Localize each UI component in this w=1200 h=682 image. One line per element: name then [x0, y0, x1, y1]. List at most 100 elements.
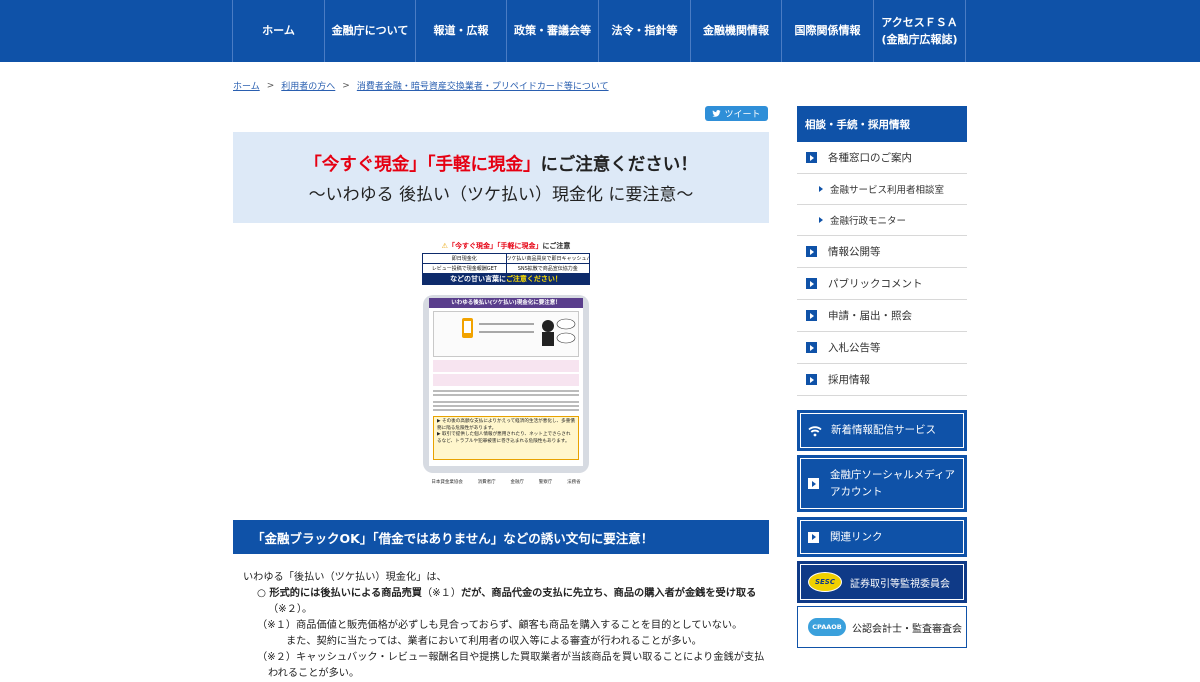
poster-step-1	[433, 360, 579, 372]
body-bullet-continued: （※２）。	[268, 604, 313, 615]
poster-headline-red: 「今すぐ現金」「手軽に現金」	[447, 242, 543, 250]
poster-logo: 消費者庁	[477, 480, 496, 485]
poster-fine-print	[433, 409, 579, 411]
section-heading: 「金融ブラックOK」「借金ではありません」などの誘い文句に要注意！	[233, 520, 769, 554]
sidebar-item-3[interactable]: 金融行政モニター	[797, 205, 967, 236]
cpaaob-logo: CPAAOB	[808, 618, 846, 636]
nav-item-1[interactable]: ホーム	[233, 0, 325, 62]
sidebar-item-label: 情報公開等	[828, 246, 881, 258]
news-delivery-label: 新着情報配信サービス	[831, 424, 936, 437]
social-media-button[interactable]: 金融庁ソーシャルメディア アカウント	[797, 455, 967, 512]
sidebar-item-label: 各種窓口のご案内	[828, 152, 912, 164]
related-links-label: 関連リンク	[830, 530, 883, 543]
sidebar-heading: 相談・手続・採用情報	[797, 106, 967, 142]
title-tail: にご注意ください！	[540, 154, 698, 175]
body-note-2-continued: われることが多い。	[268, 668, 360, 679]
social-media-label: 金融庁ソーシャルメディア アカウント	[830, 469, 956, 498]
related-links-button[interactable]: 関連リンク	[797, 517, 967, 557]
cpaaob-label: 公認会計士・監査審査会	[852, 623, 962, 635]
sesc-label: 証券取引等監視委員会	[850, 578, 950, 590]
poster-phrase: SNS拡散で商品宣伝協力金	[506, 264, 589, 273]
sidebar-item-label: 申請・届出・照会	[828, 310, 912, 322]
poster-phrase: 即日現金化	[423, 254, 506, 263]
title-red-phrase-1: 「今すぐ現金」	[304, 154, 427, 175]
body-note-1-continued: また、契約に当たっては、業者において利用者の収入等による審査が行われることが多い…	[286, 636, 702, 647]
body-bullet-note-ref: （※１）	[421, 588, 462, 599]
breadcrumb-users[interactable]: 利用者の方へ	[281, 79, 335, 92]
body-bullet: ○ 形式的には後払いによる商品売買（※１）だが、商品代金の支払に先立ち、商品の購…	[243, 586, 771, 602]
poster-screen-title: いわゆる後払い(ツケ払い)現金化に要注意！	[429, 298, 583, 308]
poster-phrase: レビュー投稿で現金報酬GET	[423, 264, 506, 273]
title-red-phrase-2: 「手軽に現金」	[426, 154, 541, 175]
poster-fine-print	[433, 401, 579, 403]
nav-item-8[interactable]: アクセスＦＳＡ (金融庁広報誌)	[874, 0, 966, 62]
nav-item-4[interactable]: 政策・審議会等	[507, 0, 599, 62]
poster-step-2	[433, 374, 579, 386]
square-arrow-icon	[806, 152, 817, 163]
sidebar-item-7[interactable]: 入札公告等	[797, 332, 967, 364]
sidebar-item-label: 金融サービス利用者相談室	[830, 185, 945, 196]
sidebar-item-label: 金融行政モニター	[830, 216, 907, 227]
sidebar-menu: 各種窓口のご案内金融サービス利用者相談室 金融行政モニター 情報公開等パブリックコメ…	[797, 142, 967, 396]
square-arrow-icon	[806, 342, 817, 353]
page-subtitle: 〜いわゆる 後払い（ツケ払い）現金化 に要注意〜	[308, 184, 694, 205]
sidebar-item-4[interactable]: 情報公開等	[797, 236, 967, 268]
warning-poster-image: ⚠「今すぐ現金」「手軽に現金」にご注意 即日現金化 ツケ払い商品買戻で即日キャッシ…	[420, 240, 592, 490]
news-delivery-button[interactable]: 新着情報配信サービス	[797, 410, 967, 451]
body-bullet-bold-1: ○ 形式的には後払いによる商品売買	[257, 588, 422, 599]
sidebar-item-label: 入札公告等	[828, 342, 881, 354]
poster-warning-1: ▶ その後の高額な支払によりかえって経済的生活が悪化し、多重債務に陥る危険性があ…	[437, 419, 575, 431]
arrow-icon	[808, 478, 819, 489]
body-note-1: （※１）商品価値と販売価格が必ずしも見合っておらず、顧客も商品を購入することを目…	[257, 620, 743, 631]
poster-logo: 日本貸金業協会	[431, 480, 463, 485]
sidebar-item-1[interactable]: 各種窓口のご案内	[797, 142, 967, 174]
sesc-link[interactable]: SESC 証券取引等監視委員会	[797, 561, 967, 603]
poster-logo: 法務省	[567, 480, 581, 485]
tweet-button[interactable]: ツイート	[705, 106, 768, 121]
sidebar-item-label: 採用情報	[828, 374, 870, 386]
poster-headline: ⚠「今すぐ現金」「手軽に現金」にご注意	[420, 240, 592, 253]
poster-fine-print	[433, 390, 579, 392]
poster-headline-tail: にご注意	[542, 242, 571, 250]
poster-warning-box: ▶ その後の高額な支払によりかえって経済的生活が悪化し、多重債務に陥る危険性があ…	[433, 416, 579, 460]
sidebar-item-8[interactable]: 採用情報	[797, 364, 967, 396]
poster-phrase: ツケ払い商品買戻で即日キャッシュバック	[506, 254, 589, 263]
tweet-label: ツイート	[724, 110, 761, 120]
sesc-logo: SESC	[808, 572, 842, 592]
poster-phrase-grid: 即日現金化ツケ払い商品買戻で即日キャッシュバックレビュー投稿で現金報酬GETSN…	[422, 253, 590, 274]
sidebar-item-6[interactable]: 申請・届出・照会	[797, 300, 967, 332]
global-nav: ホーム 金融庁について 報道・広報 政策・審議会等 法令・指針等 金融機関情報 国際関係情報…	[0, 0, 1200, 62]
global-nav-items: ホーム 金融庁について 報道・広報 政策・審議会等 法令・指針等 金融機関情報 国際関係情報…	[232, 0, 966, 62]
nav-item-6[interactable]: 金融機関情報	[691, 0, 782, 62]
poster-banner-text: などの甘い言葉に	[450, 275, 506, 283]
arrow-icon	[808, 531, 819, 543]
nav-item-5[interactable]: 法令・指針等	[599, 0, 691, 62]
sidebar-item-2[interactable]: 金融サービス利用者相談室	[797, 174, 967, 205]
nav-item-3[interactable]: 報道・広報	[416, 0, 507, 62]
nav-item-2[interactable]: 金融庁について	[325, 0, 416, 62]
poster-scheme-diagram	[462, 318, 576, 346]
poster-fine-print	[433, 405, 579, 407]
poster-phone-screen: いわゆる後払い(ツケ払い)現金化に要注意！ ▶ その後の高額な支払によりかえって…	[429, 298, 583, 466]
sidebar-item-5[interactable]: パブリックコメント	[797, 268, 967, 300]
poster-illustration	[433, 311, 579, 357]
poster-logo: 金融庁	[510, 480, 524, 485]
body-note-2: （※２）キャッシュバック・レビュー報酬名目や提携した買取業者が当該商品を買い取る…	[257, 652, 765, 663]
twitter-bird-icon	[712, 110, 722, 117]
nav-item-7[interactable]: 国際関係情報	[782, 0, 874, 62]
breadcrumb-separator: >	[342, 80, 350, 91]
cpaaob-link[interactable]: CPAAOB 公認会計士・監査審査会	[797, 606, 967, 648]
poster-fine-print	[433, 394, 579, 396]
sidebar-item-label: パブリックコメント	[828, 278, 923, 290]
triangle-arrow-icon	[819, 186, 823, 192]
breadcrumb-consumer-finance[interactable]: 消費者金融・暗号資産交換業者・プリペイドカード等について	[357, 79, 609, 92]
page-title: 「今すぐ現金」「手軽に現金」にご注意ください！	[304, 151, 697, 176]
article-body: いわゆる「後払い（ツケ払い）現金化」は、 ○ 形式的には後払いによる商品売買（※…	[243, 570, 771, 682]
poster-logos: 日本貸金業協会 消費者庁 金融庁 警察庁 法務省	[424, 476, 588, 488]
body-bullet-bold-2: だが、商品代金の支払に先立ち、商品の購入者が金銭を受け取る	[461, 588, 757, 599]
triangle-arrow-icon	[819, 217, 823, 223]
poster-warning-2: ▶ 取引で提供した個人情報が悪用されたり、ネット上でさらされるなど、トラブルや犯…	[437, 432, 571, 444]
square-arrow-icon	[806, 374, 817, 385]
breadcrumb-home[interactable]: ホーム	[233, 79, 260, 92]
square-arrow-icon	[806, 310, 817, 321]
